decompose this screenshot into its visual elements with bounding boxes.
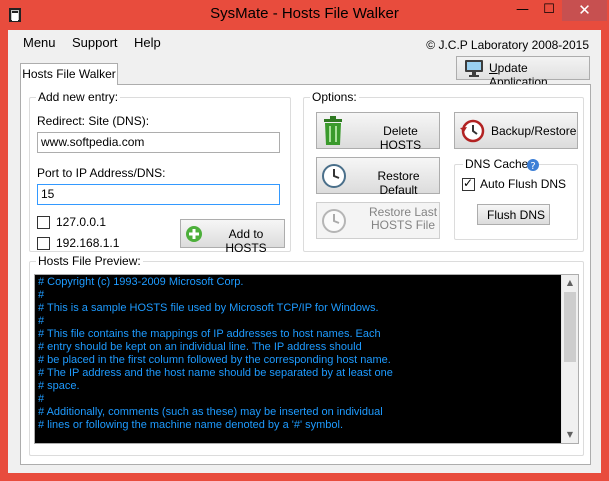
delete-hosts-label: Delete HOSTS [379, 124, 422, 152]
monitor-icon [465, 60, 483, 77]
dns-cache-title: DNS Cache [463, 157, 531, 171]
scroll-down-arrow-icon[interactable]: ▼ [562, 427, 578, 443]
preview-scrollbar[interactable]: ▲ ▼ [561, 275, 578, 443]
preview-line: # lines or following the machine name de… [38, 419, 344, 431]
backup-restore-label: Backup/Restore [491, 124, 577, 138]
maximize-button[interactable]: ☐ [536, 0, 562, 21]
ip-127-label: 127.0.0.1 [56, 215, 107, 229]
menu-item-menu[interactable]: Menu [23, 35, 56, 50]
copyright-text: © J.C.P Laboratory 2008-2015 [426, 38, 589, 52]
preview-line: # [38, 289, 45, 301]
delete-hosts-button[interactable]: Delete HOSTS [316, 112, 440, 152]
clock-icon [322, 164, 346, 188]
backup-restore-button[interactable]: Backup/Restore [454, 112, 578, 149]
scroll-up-arrow-icon[interactable]: ▲ [562, 275, 578, 291]
restore-default-label: Restore Default [377, 169, 420, 197]
auto-flush-dns-label: Auto Flush DNS [480, 177, 567, 191]
preview-line: # This is a sample HOSTS file used by Mi… [38, 302, 379, 314]
preview-line: # [38, 315, 45, 327]
hosts-preview-group: Hosts File Preview: # Copyright (c) 1993… [29, 254, 584, 456]
port-label: Port to IP Address/DNS: [37, 166, 166, 180]
preview-line: # entry should be kept on an individual … [38, 341, 362, 353]
preview-line: # Additionally, comments (such as these)… [38, 406, 383, 418]
hosts-preview-lines: # Copyright (c) 1993-2009 Microsoft Corp… [38, 276, 393, 432]
add-entry-group-title: Add new entry: [36, 90, 121, 104]
hosts-preview-title: Hosts File Preview: [36, 254, 143, 268]
port-ip-input[interactable]: 15 [37, 184, 280, 205]
minimize-button[interactable]: — [509, 0, 536, 21]
preview-line: # [38, 393, 45, 405]
close-button[interactable]: ✕ [562, 0, 607, 21]
tab-page: Add new entry: Redirect: Site (DNS): www… [20, 84, 591, 465]
preview-line: # This file contains the mappings of IP … [38, 328, 381, 340]
dns-cache-group: DNS Cache ? Auto Flush DNS Flush DNS [454, 157, 578, 240]
tab-hosts-file-walker[interactable]: Hosts File Walker [20, 63, 118, 85]
clock-icon [322, 209, 346, 233]
redirect-label: Redirect: Site (DNS): [37, 114, 150, 128]
options-group-title: Options: [310, 90, 359, 104]
preview-line: # Copyright (c) 1993-2009 Microsoft Corp… [38, 276, 244, 288]
preview-line: # be placed in the first column followed… [38, 354, 391, 366]
menu-item-support[interactable]: Support [72, 35, 118, 50]
ip-192-checkbox[interactable] [37, 237, 50, 250]
client-area: Menu Support Help © J.C.P Laboratory 200… [8, 30, 601, 473]
ip-127-checkbox[interactable] [37, 216, 50, 229]
restore-default-button[interactable]: Restore Default [316, 157, 440, 197]
redirect-site-input[interactable]: www.softpedia.com [37, 132, 280, 153]
add-entry-group: Add new entry: Redirect: Site (DNS): www… [29, 90, 291, 255]
add-to-hosts-label: Add to HOSTS [225, 227, 267, 255]
svg-text:?: ? [530, 161, 535, 172]
help-icon[interactable]: ? [526, 158, 540, 172]
options-group: Options: Delete HOSTS Backup/Restore Res… [303, 90, 584, 252]
flush-dns-label: Flush DNS [487, 208, 546, 222]
preview-line: # space. [38, 380, 80, 392]
restore-clock-icon [460, 119, 485, 143]
trash-icon [324, 116, 342, 145]
flush-dns-button[interactable]: Flush DNS [477, 204, 550, 225]
app-window: SysMate - Hosts File Walker — ☐ ✕ Menu S… [0, 0, 609, 481]
restore-last-label: Restore Last HOSTS File [369, 205, 438, 232]
preview-line: # The IP address and the host name shoul… [38, 367, 393, 379]
menu-item-help[interactable]: Help [134, 35, 161, 50]
title-bar[interactable]: SysMate - Hosts File Walker — ☐ ✕ [0, 0, 609, 30]
menu-bar: Menu Support Help © J.C.P Laboratory 200… [8, 30, 601, 54]
auto-flush-dns-checkbox[interactable] [462, 176, 475, 191]
ip-192-label: 192.168.1.1 [56, 236, 120, 250]
plus-icon [186, 226, 202, 242]
hosts-preview-textarea[interactable]: # Copyright (c) 1993-2009 Microsoft Corp… [34, 274, 579, 444]
add-to-hosts-button[interactable]: Add to HOSTS [180, 219, 285, 255]
scroll-thumb[interactable] [564, 292, 576, 362]
restore-last-hosts-button[interactable]: Restore Last HOSTS File [316, 202, 440, 239]
update-application-button[interactable]: Update Application [456, 56, 590, 89]
